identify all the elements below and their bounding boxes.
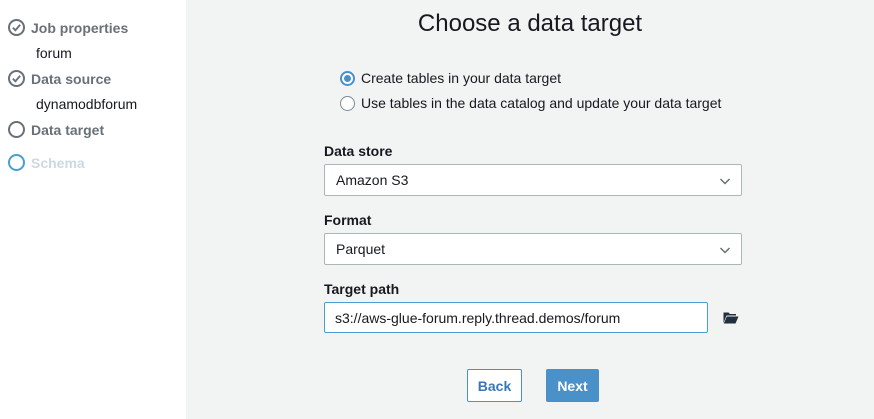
step-label: Data target xyxy=(31,121,105,138)
step-job-properties[interactable]: Job properties xyxy=(8,19,128,36)
step-label: Data source xyxy=(31,70,112,87)
target-path-label: Target path xyxy=(324,281,400,297)
folder-open-icon[interactable] xyxy=(723,311,739,324)
radio-create-tables[interactable]: Create tables in your data target xyxy=(340,70,561,86)
radio-button[interactable] xyxy=(340,95,355,111)
chevron-down-icon xyxy=(719,178,731,185)
page-title: Choose a data target xyxy=(417,10,643,37)
check-circle-icon xyxy=(8,19,25,36)
step-data-source[interactable]: Data source xyxy=(8,70,111,87)
wizard-sidebar: Job properties forum Data source dynamod… xyxy=(0,0,186,419)
data-store-select[interactable]: Amazon S3 xyxy=(324,164,742,196)
step-data-target[interactable]: Data target xyxy=(8,121,104,138)
back-button[interactable]: Back xyxy=(467,369,522,402)
step-value: forum xyxy=(36,45,72,61)
circle-icon xyxy=(8,121,25,138)
circle-icon xyxy=(8,154,25,171)
data-store-label: Data store xyxy=(324,143,393,159)
select-value: Amazon S3 xyxy=(336,172,409,188)
next-button[interactable]: Next xyxy=(546,369,599,402)
check-circle-icon xyxy=(8,70,25,87)
step-label: Schema xyxy=(31,154,85,171)
target-path-input[interactable] xyxy=(324,302,708,333)
radio-label: Use tables in the data catalog and updat… xyxy=(361,95,722,111)
chevron-down-icon xyxy=(719,247,731,254)
step-schema: Schema xyxy=(8,154,85,171)
format-select[interactable]: Parquet xyxy=(324,233,742,265)
radio-use-catalog-tables[interactable]: Use tables in the data catalog and updat… xyxy=(340,95,721,111)
step-value: dynamodbforum xyxy=(36,96,138,112)
main-panel: Choose a data target Create tables in yo… xyxy=(186,0,874,419)
radio-label: Create tables in your data target xyxy=(361,70,562,86)
select-value: Parquet xyxy=(336,241,386,257)
step-label: Job properties xyxy=(31,19,129,36)
format-label: Format xyxy=(324,212,372,228)
radio-button[interactable] xyxy=(340,70,355,86)
